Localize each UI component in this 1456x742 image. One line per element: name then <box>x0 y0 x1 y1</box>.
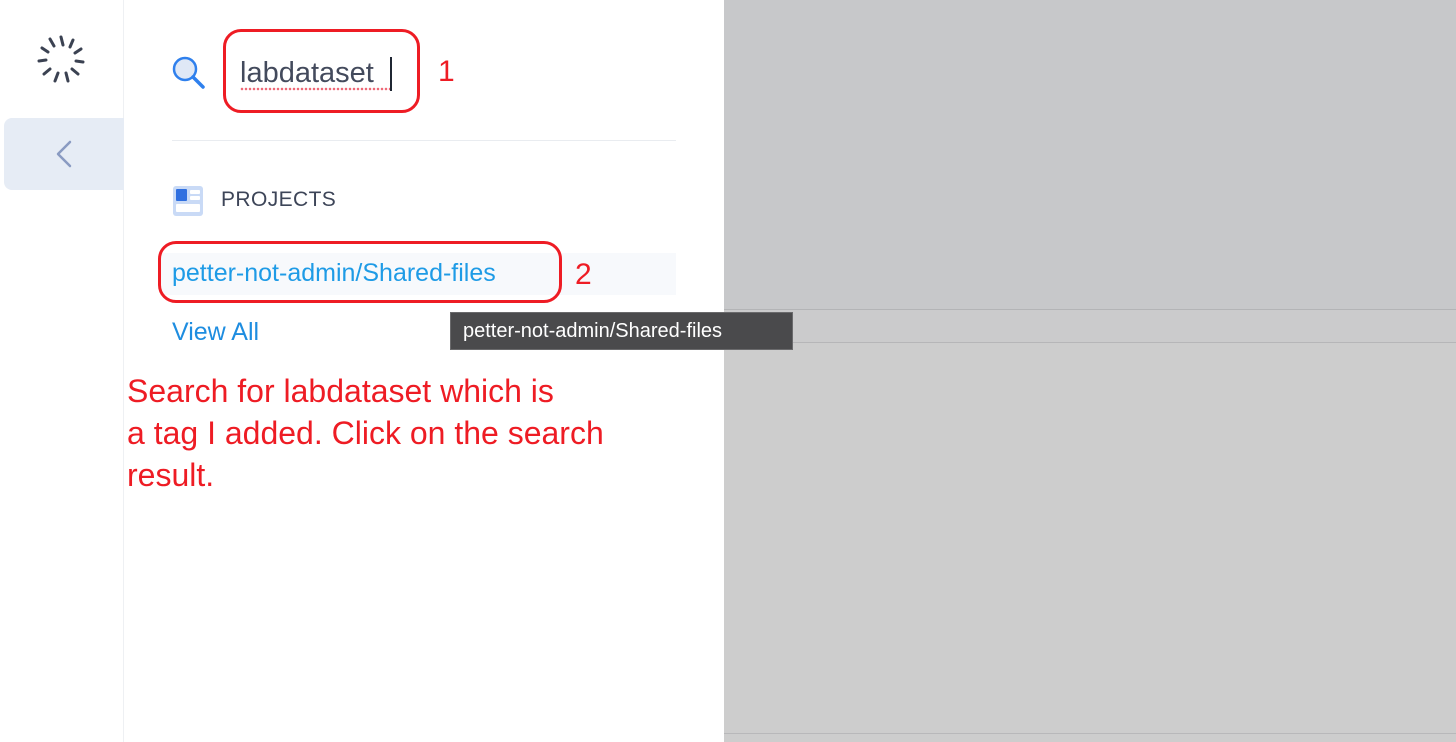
spinner-logo-icon[interactable] <box>33 31 89 87</box>
content-band <box>724 310 1456 342</box>
annotation-step-2: 2 <box>575 258 592 291</box>
collapse-panel-button[interactable] <box>4 118 124 190</box>
content-area-bottom <box>724 343 1456 733</box>
search-icon <box>170 54 206 90</box>
annotation-note-line: Search for labdataset which is <box>127 373 554 409</box>
chevron-left-icon <box>56 140 72 168</box>
section-label-projects: PROJECTS <box>221 188 337 211</box>
annotation-highlight-result <box>158 241 562 303</box>
result-tooltip: petter-not-admin/Shared-files <box>450 312 793 350</box>
divider <box>172 140 676 141</box>
annotation-note-line: result. <box>127 457 215 493</box>
annotation-step-1: 1 <box>438 55 455 88</box>
content-area-foot <box>724 734 1456 742</box>
projects-icon <box>172 185 204 217</box>
nav-rail <box>0 0 124 742</box>
annotation-note-line: a tag I added. Click on the search <box>127 415 604 451</box>
content-area-top <box>724 0 1456 309</box>
annotation-highlight-search <box>223 29 420 113</box>
view-all-link[interactable]: View All <box>172 318 259 347</box>
annotation-note: Search for labdataset which is a tag I a… <box>127 370 687 496</box>
